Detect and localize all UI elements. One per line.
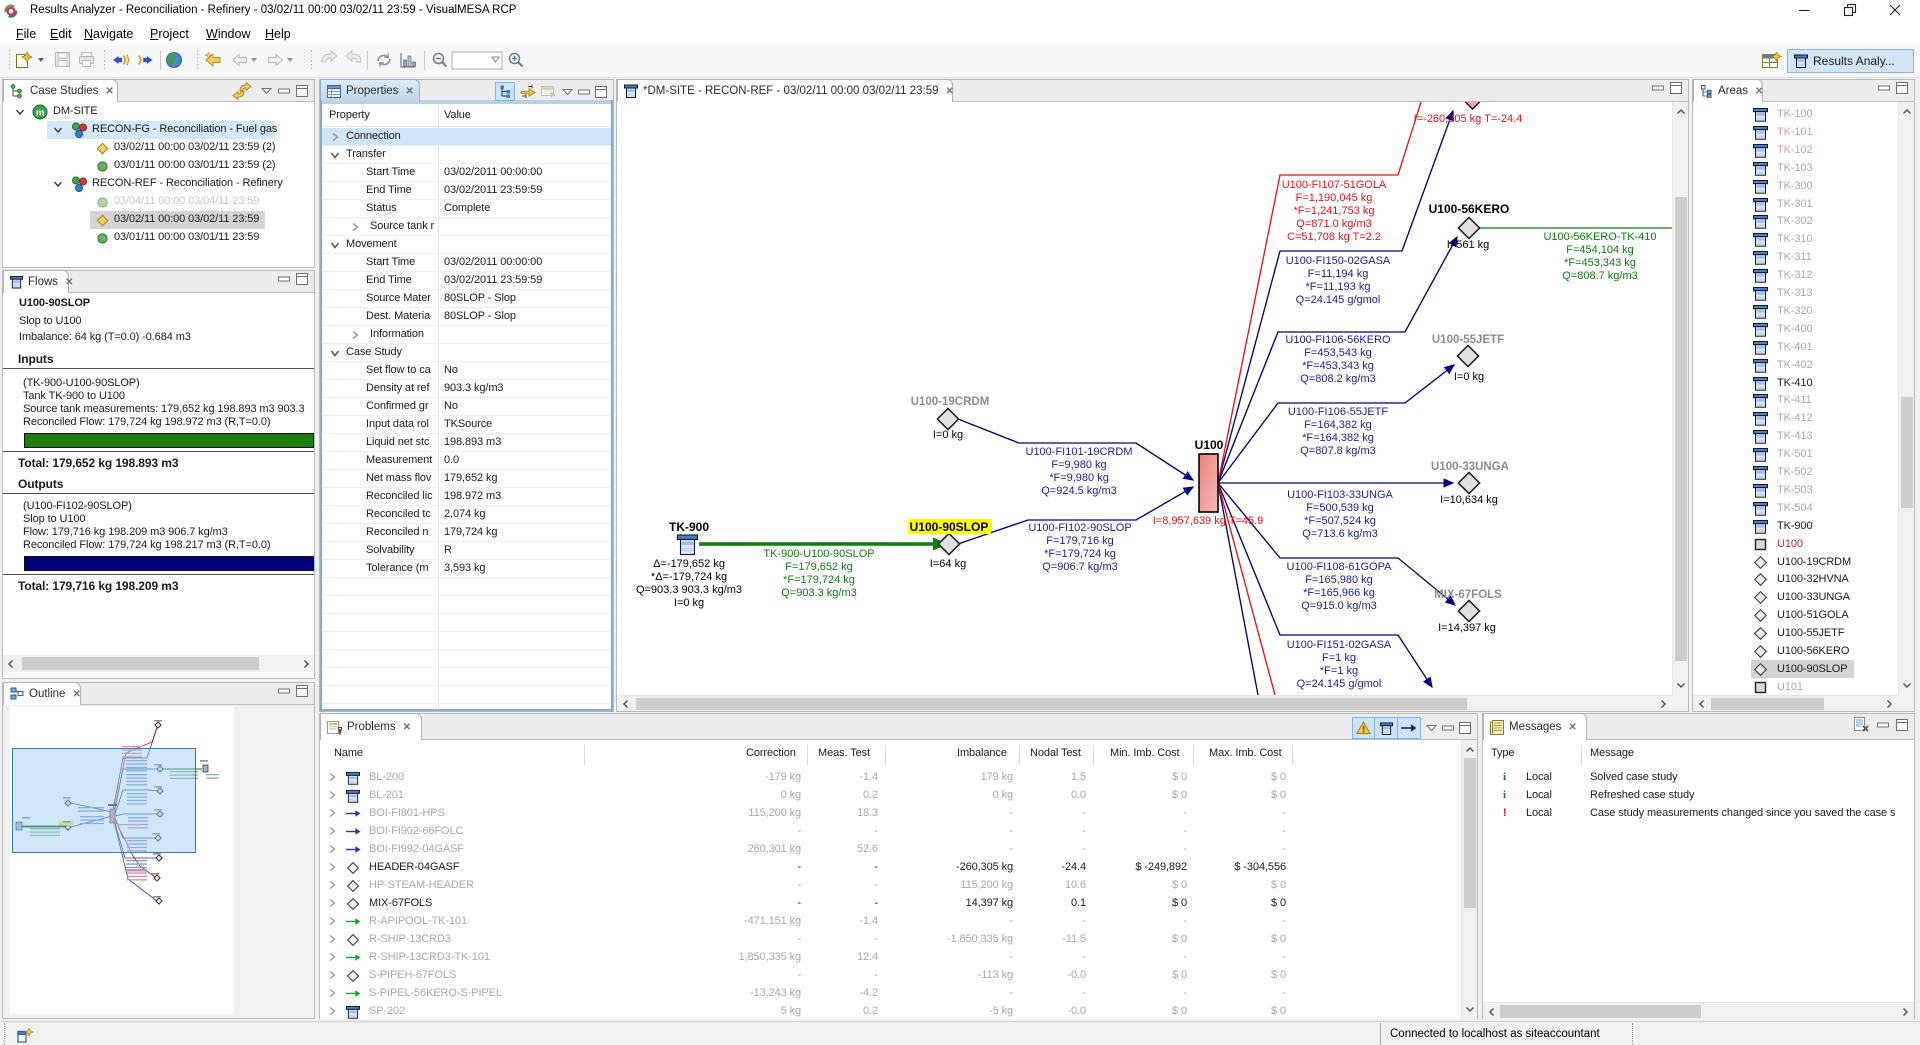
svg-text:*F=164,382 kg: *F=164,382 kg xyxy=(1302,432,1374,444)
svg-text:Q=713.6 kg/m3: Q=713.6 kg/m3 xyxy=(1302,528,1378,540)
svg-text:*F=9,980 kg: *F=9,980 kg xyxy=(1049,472,1109,484)
svg-text:F=500,539 kg: F=500,539 kg xyxy=(1306,502,1374,514)
svg-text:I=8,957,639 kg T=45.9: I=8,957,639 kg T=45.9 xyxy=(1153,515,1264,527)
svg-text:U100-56KERO-TK-410: U100-56KERO-TK-410 xyxy=(1543,231,1656,243)
svg-text:Q=808.2 kg/m3: Q=808.2 kg/m3 xyxy=(1300,373,1376,385)
svg-text:U100-19CRDM: U100-19CRDM xyxy=(911,396,990,408)
svg-text:*F=11,193 kg: *F=11,193 kg xyxy=(1306,281,1371,293)
svg-text:Q=924.5 kg/m3: Q=924.5 kg/m3 xyxy=(1041,485,1117,497)
svg-text:I=10,634 kg: I=10,634 kg xyxy=(1440,494,1498,506)
svg-text:F=453,543 kg: F=453,543 kg xyxy=(1304,347,1372,359)
svg-text:I=64 kg: I=64 kg xyxy=(930,558,966,570)
svg-text:F=179,652 kg: F=179,652 kg xyxy=(785,561,853,573)
svg-text:Q=903.3 903.3 kg/m3: Q=903.3 903.3 kg/m3 xyxy=(636,584,742,596)
svg-text:*Δ=-179,724 kg: *Δ=-179,724 kg xyxy=(651,571,727,583)
svg-text:*F=179,724 kg: *F=179,724 kg xyxy=(783,574,855,586)
svg-text:F=164,382 kg: F=164,382 kg xyxy=(1304,419,1372,431)
svg-text:Q=808.7 kg/m3: Q=808.7 kg/m3 xyxy=(1562,270,1638,282)
svg-text:U100-FI103-33UNGA: U100-FI103-33UNGA xyxy=(1287,489,1393,501)
svg-text:MIX-67FOLS: MIX-67FOLS xyxy=(1434,589,1502,601)
svg-text:Q=871.0 kg/m3: Q=871.0 kg/m3 xyxy=(1296,218,1372,230)
svg-text:I=14,397 kg: I=14,397 kg xyxy=(1438,622,1496,634)
svg-text:I=0 kg: I=0 kg xyxy=(933,429,963,441)
svg-text:U100-55JETF: U100-55JETF xyxy=(1432,334,1504,346)
svg-text:*F=1,241,753 kg: *F=1,241,753 kg xyxy=(1293,205,1374,217)
svg-text:*F=165,966 kg: *F=165,966 kg xyxy=(1303,587,1375,599)
svg-text:Q=24.145 g/gmol: Q=24.145 g/gmol xyxy=(1296,294,1381,306)
svg-text:U100-90SLOP: U100-90SLOP xyxy=(910,520,989,534)
svg-text:U100-FI106-56KERO: U100-FI106-56KERO xyxy=(1285,334,1391,346)
svg-text:U100-33UNGA: U100-33UNGA xyxy=(1431,461,1509,473)
svg-text:U100-FI108-61GOPA: U100-FI108-61GOPA xyxy=(1287,561,1393,573)
svg-text:Q=807.8 kg/m3: Q=807.8 kg/m3 xyxy=(1300,445,1376,457)
svg-text:U100-56KERO: U100-56KERO xyxy=(1429,202,1510,216)
svg-text:I=-260,305 kg T=-24.4: I=-260,305 kg T=-24.4 xyxy=(1414,113,1523,125)
svg-text:F=179,716 kg: F=179,716 kg xyxy=(1046,535,1114,547)
svg-text:U100-FI107-51GOLA: U100-FI107-51GOLA xyxy=(1282,179,1387,191)
svg-text:I=0 kg: I=0 kg xyxy=(674,597,704,609)
svg-text:*F=1 kg: *F=1 kg xyxy=(1320,665,1358,677)
svg-text:F=11,194 kg: F=11,194 kg xyxy=(1308,268,1369,280)
svg-text:U100-FI151-02GASA: U100-FI151-02GASA xyxy=(1287,639,1392,651)
svg-text:Δ=-179,652 kg: Δ=-179,652 kg xyxy=(653,558,725,570)
svg-text:*F=453,343 kg: *F=453,343 kg xyxy=(1564,257,1636,269)
svg-text:F=1 kg: F=1 kg xyxy=(1322,652,1356,664)
svg-text:*F=179,724 kg: *F=179,724 kg xyxy=(1044,548,1116,560)
svg-text:I=0 kg: I=0 kg xyxy=(1454,371,1484,383)
svg-text:F=165,980 kg: F=165,980 kg xyxy=(1305,574,1373,586)
svg-text:U100-FI150-02GASA: U100-FI150-02GASA xyxy=(1286,255,1391,267)
svg-text:TK-900: TK-900 xyxy=(669,520,709,534)
svg-text:Q=906.7 kg/m3: Q=906.7 kg/m3 xyxy=(1042,561,1118,573)
svg-text:C=51,708 kg T=2.2: C=51,708 kg T=2.2 xyxy=(1287,231,1381,243)
svg-text:U100: U100 xyxy=(1195,438,1224,452)
svg-text:*F=453,343 kg: *F=453,343 kg xyxy=(1302,360,1374,372)
svg-text:TK-900-U100-90SLOP: TK-900-U100-90SLOP xyxy=(763,548,874,560)
svg-text:Q=24.145 g/gmol: Q=24.145 g/gmol xyxy=(1297,678,1382,690)
svg-text:Q=903.3 kg/m3: Q=903.3 kg/m3 xyxy=(781,587,857,599)
svg-text:F=454,104 kg: F=454,104 kg xyxy=(1566,244,1634,256)
svg-text:U100-FI106-55JETF: U100-FI106-55JETF xyxy=(1288,406,1389,418)
svg-text:F=9,980 kg: F=9,980 kg xyxy=(1051,459,1106,471)
svg-text:*F=507,524 kg: *F=507,524 kg xyxy=(1304,515,1376,527)
svg-text:U100-FI101-19CRDM: U100-FI101-19CRDM xyxy=(1026,446,1133,458)
svg-text:Q=915.0 kg/m3: Q=915.0 kg/m3 xyxy=(1301,600,1377,612)
svg-text:m: m xyxy=(36,108,44,119)
svg-text:I=561 kg: I=561 kg xyxy=(1447,239,1490,251)
svg-text:F=1,190,045 kg: F=1,190,045 kg xyxy=(1296,192,1373,204)
svg-text:U100-FI102-90SLOP: U100-FI102-90SLOP xyxy=(1028,522,1131,534)
